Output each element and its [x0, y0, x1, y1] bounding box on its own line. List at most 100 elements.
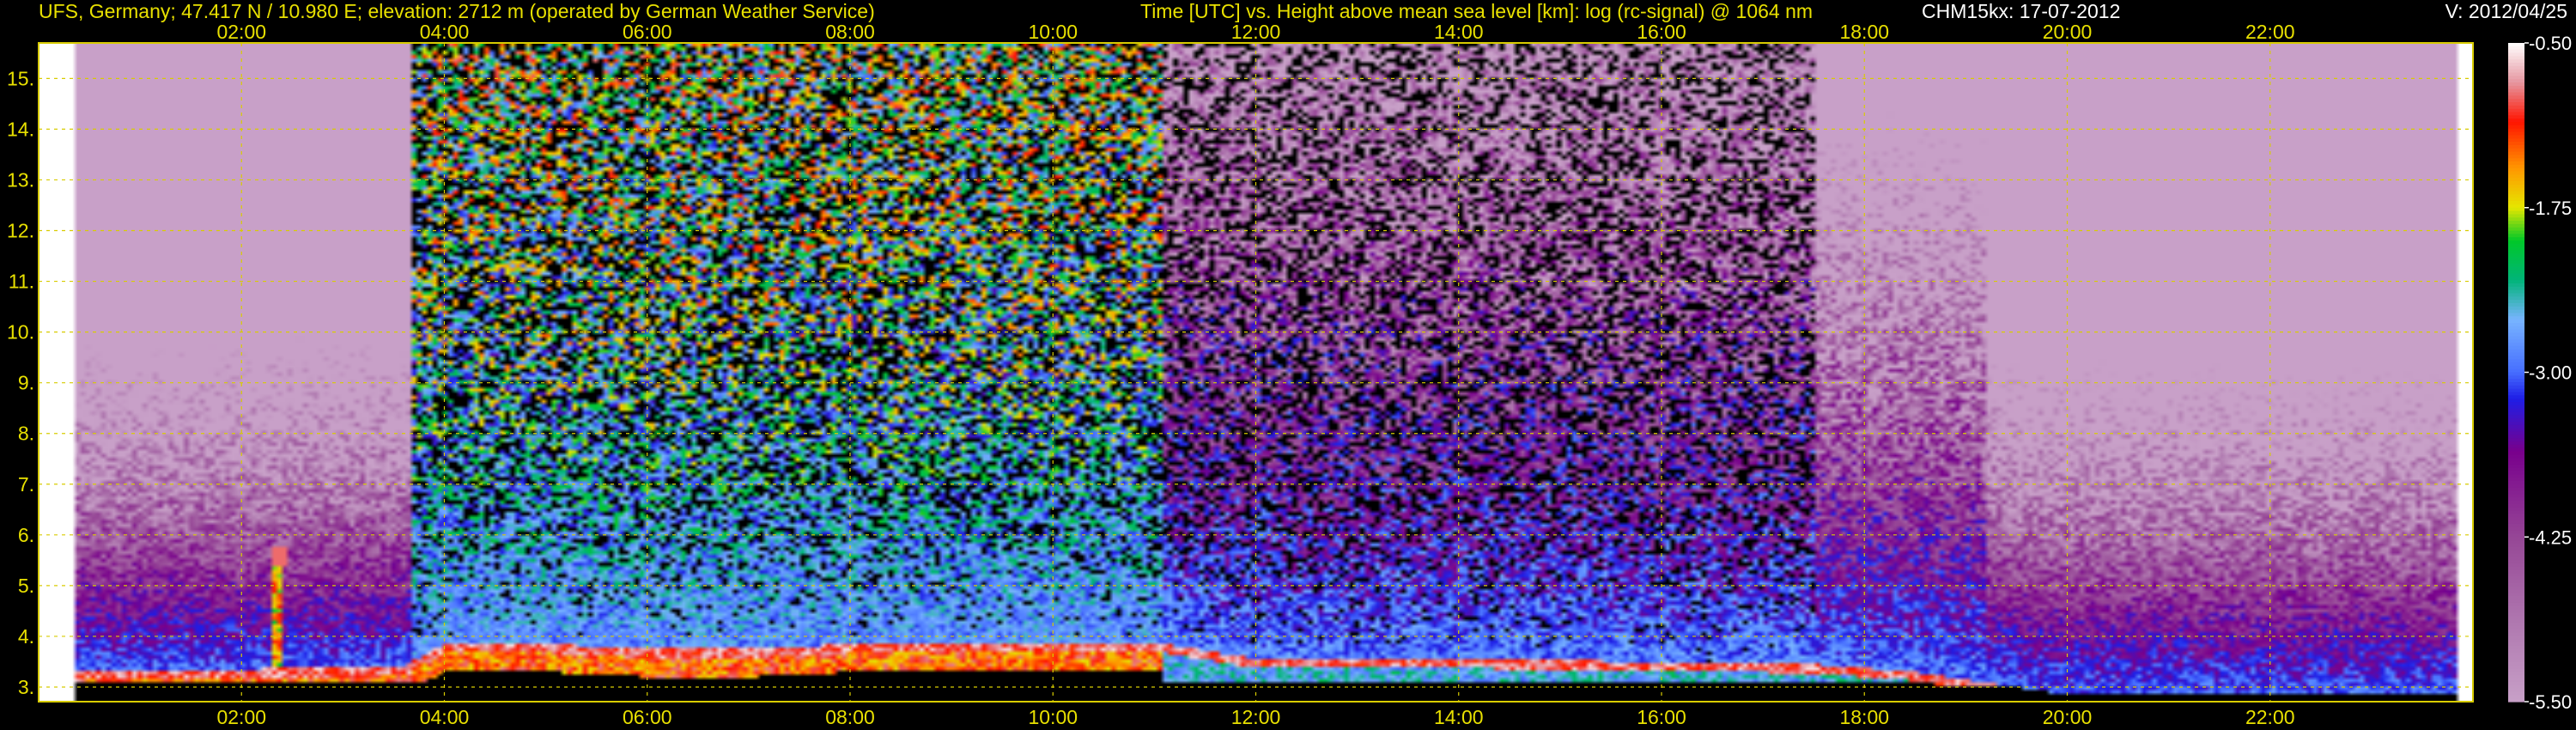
colorbar-segment: [2508, 451, 2524, 455]
colorbar-segment: [2508, 619, 2524, 624]
colorbar-segment: [2508, 207, 2524, 212]
colorbar-segment: [2508, 342, 2524, 347]
colorbar-segment: [2508, 379, 2524, 383]
colorbar: [2508, 43, 2524, 703]
x-tick-label-bottom: 02:00: [216, 706, 266, 728]
colorbar-segment: [2508, 474, 2524, 478]
colorbar-segment: [2508, 325, 2524, 331]
colorbar-segment: [2508, 691, 2524, 696]
colorbar-segment: [2508, 119, 2524, 123]
colorbar-segment: [2508, 573, 2524, 577]
colorbar-segment: [2508, 533, 2524, 538]
colorbar-segment: [2508, 609, 2524, 614]
colorbar-segment: [2508, 582, 2524, 587]
colorbar-segment: [2508, 277, 2524, 281]
colorbar-segment: [2508, 293, 2524, 297]
station-info: UFS, Germany; 47.417 N / 10.980 E; eleva…: [39, 0, 875, 22]
x-tick-label-top: 02:00: [216, 21, 266, 43]
colorbar-segment: [2508, 580, 2524, 584]
colorbar-segment: [2508, 431, 2524, 435]
colorbar-segment: [2508, 151, 2524, 155]
colorbar-segment: [2508, 481, 2524, 485]
y-tick-label: 13.: [7, 168, 34, 191]
x-tick-label-top: 12:00: [1231, 21, 1281, 43]
colorbar-segment: [2508, 494, 2524, 498]
colorbar-segment: [2508, 191, 2524, 196]
colorbar-segment: [2508, 270, 2524, 275]
colorbar-segment: [2508, 550, 2524, 555]
colorbar-segment: [2508, 428, 2524, 433]
colorbar-segment: [2508, 158, 2524, 162]
colorbar-segment: [2508, 368, 2524, 374]
colorbar-segment: [2508, 586, 2524, 591]
colorbar-segment: [2508, 388, 2524, 393]
colorbar-segment: [2508, 629, 2524, 634]
colorbar-segment: [2508, 622, 2524, 627]
colorbar-segment: [2508, 52, 2524, 57]
colorbar-segment: [2508, 392, 2524, 396]
colorbar-segment: [2508, 372, 2524, 376]
colorbar-segment: [2508, 257, 2524, 261]
colorbar-segment: [2508, 181, 2524, 186]
colorbar-segment: [2508, 602, 2524, 607]
colorbar-segment: [2508, 593, 2524, 597]
colorbar-segment: [2508, 273, 2524, 277]
colorbar-segment: [2508, 458, 2524, 462]
colorbar-segment: [2508, 625, 2524, 630]
x-tick-label-bottom: 14:00: [1434, 706, 1484, 728]
colorbar-segment: [2508, 447, 2524, 453]
colorbar-segment: [2508, 684, 2524, 690]
x-tick-label-bottom: 08:00: [825, 706, 875, 728]
colorbar-segment: [2508, 398, 2524, 403]
colorbar-segment: [2508, 322, 2524, 327]
x-tick-label-bottom: 16:00: [1637, 706, 1686, 728]
x-tick-label-bottom: 12:00: [1231, 706, 1281, 728]
colorbar-segment: [2508, 639, 2524, 643]
colorbar-segment: [2508, 510, 2524, 515]
colorbar-segment: [2508, 467, 2524, 472]
colorbar-segment: [2508, 563, 2524, 568]
colorbar-segment: [2508, 184, 2524, 189]
colorbar-segment: [2508, 365, 2524, 370]
colorbar-segment: [2508, 319, 2524, 324]
colorbar-segment: [2508, 171, 2524, 175]
colorbar-segment: [2508, 144, 2524, 149]
colorbar-segment: [2508, 92, 2524, 96]
colorbar-segment: [2508, 418, 2524, 423]
colorbar-segment: [2508, 214, 2524, 218]
y-tick-label: 11.: [9, 271, 34, 293]
colorbar-segment: [2508, 497, 2524, 502]
colorbar-segment: [2508, 302, 2524, 307]
colorbar-tick-label: -1.75: [2529, 198, 2572, 219]
colorbar-segment: [2508, 167, 2524, 173]
colorbar-segment: [2508, 352, 2524, 356]
colorbar-segment: [2508, 43, 2524, 47]
colorbar-segment: [2508, 359, 2524, 363]
colorbar-segment: [2508, 108, 2524, 113]
x-tick-label-top: 20:00: [2043, 21, 2093, 43]
colorbar-segment: [2508, 59, 2524, 64]
colorbar-segment: [2508, 546, 2524, 551]
colorbar-segment: [2508, 405, 2524, 410]
colorbar-segment: [2508, 95, 2524, 100]
ceilometer-heatmap: UFS, Germany; 47.417 N / 10.980 E; eleva…: [0, 0, 2576, 730]
colorbar-segment: [2508, 652, 2524, 656]
colorbar-segment: [2508, 665, 2524, 670]
colorbar-segment: [2508, 217, 2524, 222]
colorbar-segment: [2508, 454, 2524, 459]
colorbar-segment: [2508, 46, 2524, 51]
x-tick-label-bottom: 22:00: [2245, 706, 2295, 728]
y-tick-label: 9.: [18, 372, 34, 394]
colorbar-segment: [2508, 316, 2524, 320]
colorbar-segment: [2508, 128, 2524, 133]
colorbar-segment: [2508, 204, 2524, 209]
colorbar-segment: [2508, 260, 2524, 265]
colorbar-segment: [2508, 63, 2524, 67]
colorbar-segment: [2508, 76, 2524, 80]
x-tick-label-bottom: 10:00: [1028, 706, 1078, 728]
colorbar-segment: [2508, 250, 2524, 255]
colorbar-segment: [2508, 356, 2524, 360]
colorbar-segment: [2508, 194, 2524, 198]
colorbar-segment: [2508, 72, 2524, 76]
colorbar-segment: [2508, 161, 2524, 166]
